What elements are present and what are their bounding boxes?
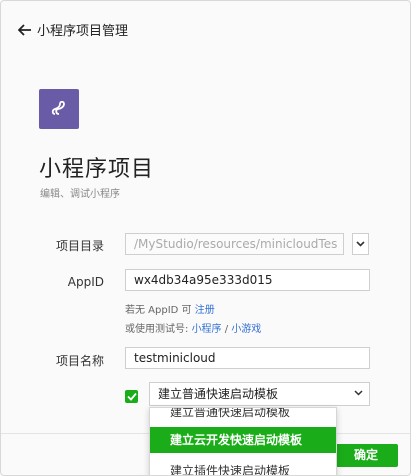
template-option-normal[interactable]: 建立普通快速启动模板 <box>150 408 336 425</box>
project-dir-field: /MyStudio/resources/minicloudTes <box>125 233 344 255</box>
project-name-input[interactable]: testminicloud <box>125 347 370 369</box>
back-nav[interactable]: 小程序项目管理 <box>18 20 128 39</box>
checkmark-icon <box>126 392 137 401</box>
template-checkbox[interactable] <box>125 390 138 403</box>
appid-input[interactable]: wx4db34a95e333d015 <box>125 269 370 291</box>
chevron-down-icon <box>354 390 363 396</box>
mini-program-logo <box>39 89 79 129</box>
appid-label: AppID <box>67 275 104 289</box>
mini-program-link[interactable]: 小程序 <box>192 324 222 335</box>
mini-game-link[interactable]: 小游戏 <box>231 324 261 335</box>
project-window: 小程序项目管理 小程序项目 编辑、调试小程序 项目目录 /MyStudio/re… <box>0 0 411 476</box>
page-subtitle: 编辑、调试小程序 <box>40 189 120 200</box>
confirm-button[interactable]: 确定 <box>334 444 398 467</box>
chevron-down-icon <box>356 241 365 247</box>
template-selected-value: 建立普通快速启动模板 <box>158 387 279 401</box>
template-dropdown-menu: 建立普通快速启动模板 建立云开发快速启动模板 建立插件快速启动模板 <box>149 407 337 475</box>
template-option-cloud[interactable]: 建立云开发快速启动模板 <box>150 427 336 453</box>
project-name-label: 项目名称 <box>55 354 104 368</box>
page-title: 小程序项目 <box>39 157 155 182</box>
back-label[interactable]: 小程序项目管理 <box>37 20 128 39</box>
back-arrow-icon[interactable] <box>18 23 32 36</box>
register-hint: 若无 AppID 可 注册 <box>125 301 215 316</box>
hint-no-appid: 若无 AppID 可 <box>125 305 192 316</box>
register-link[interactable]: 注册 <box>195 305 215 316</box>
hint-test-account: 或使用测试号: <box>125 324 189 335</box>
dir-dropdown-button[interactable] <box>352 233 369 255</box>
test-account-hint: 或使用测试号: 小程序 / 小游戏 <box>125 320 261 335</box>
link-separator: / <box>224 324 229 335</box>
template-select[interactable]: 建立普通快速启动模板 <box>149 382 370 406</box>
project-dir-label: 项目目录 <box>55 239 104 253</box>
mini-program-icon <box>51 100 65 115</box>
template-option-plugin[interactable]: 建立插件快速启动模板 <box>150 458 336 475</box>
